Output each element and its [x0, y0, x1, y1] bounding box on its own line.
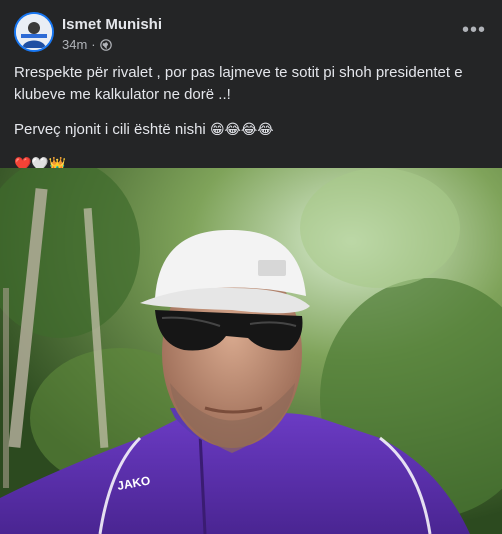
post-meta: 34m ·	[62, 37, 112, 52]
post-header: Ismet Munishi 34m · •••	[14, 12, 488, 56]
globe-icon	[99, 38, 112, 51]
more-options-icon[interactable]: •••	[460, 16, 488, 44]
author-name[interactable]: Ismet Munishi	[62, 16, 162, 33]
post-time[interactable]: 34m	[62, 37, 87, 52]
meta-separator: ·	[91, 37, 96, 52]
post-photo[interactable]: JAKO	[0, 168, 502, 534]
laughing-emojis: 😁😂😂😂	[209, 121, 274, 137]
post-line-2: Perveç njonit i cili është nishi 😁😂😂😂	[14, 118, 488, 141]
post-line-1: Rrespekte për rivalet , por pas lajmeve …	[14, 64, 463, 103]
facebook-post: Ismet Munishi 34m · ••• Rrespekte për ri…	[0, 0, 502, 534]
selfie-photo: JAKO	[0, 168, 502, 534]
post-line-2-text: Perveç njonit i cili është nishi	[14, 121, 206, 138]
author-avatar[interactable]	[14, 12, 54, 52]
avatar-image	[16, 14, 52, 50]
